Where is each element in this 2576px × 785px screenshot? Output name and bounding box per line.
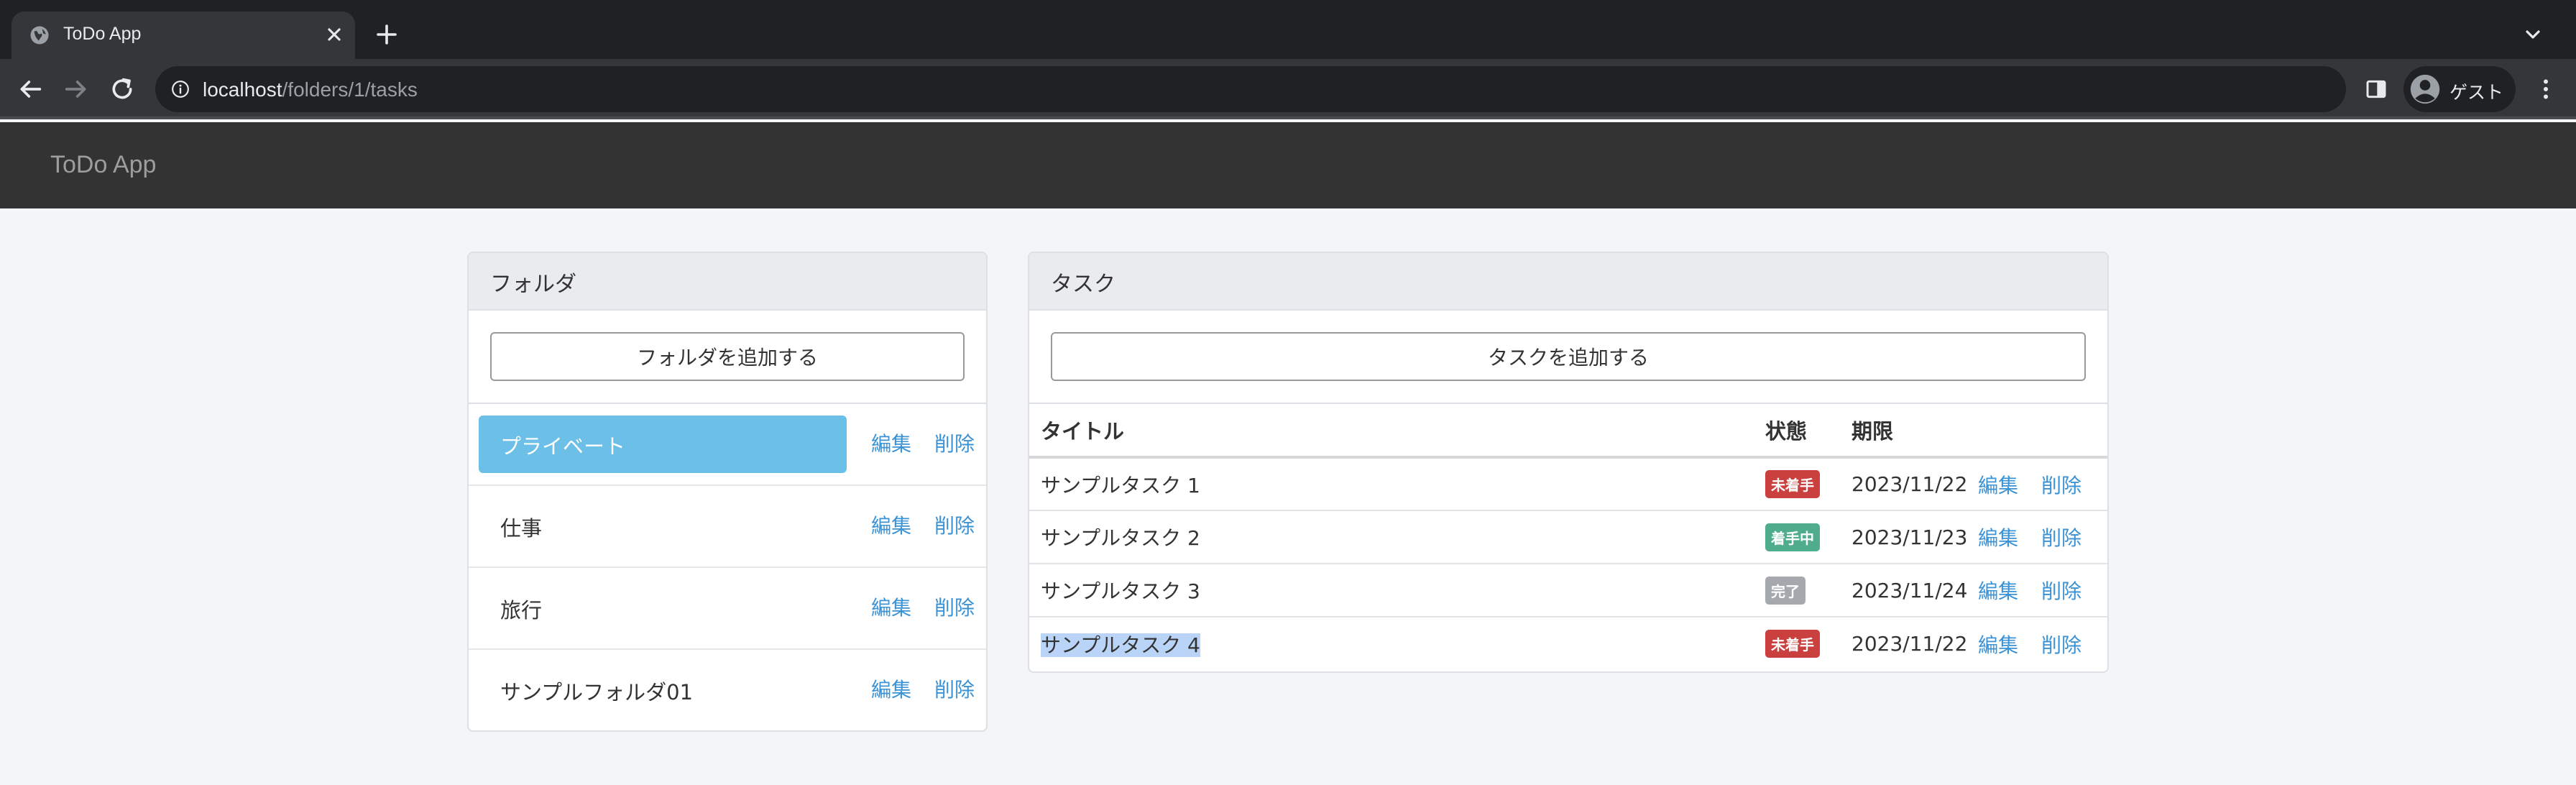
- column-header-status: 状態: [1765, 404, 1852, 459]
- task-edit-cell: 編集: [1978, 457, 2041, 511]
- tab-title: ToDo App: [63, 24, 142, 44]
- delete-task-link[interactable]: 削除: [2041, 579, 2082, 603]
- folder-link[interactable]: 旅行: [479, 579, 847, 637]
- task-title-cell: サンプルタスク 3: [1029, 564, 1765, 618]
- edit-folder-link[interactable]: 編集: [871, 674, 911, 703]
- edit-task-link[interactable]: 編集: [1978, 474, 2018, 497]
- table-row: サンプルタスク 4 未着手 2023/11/22 編集 削除: [1029, 617, 2107, 670]
- task-delete-cell: 削除: [2041, 564, 2107, 618]
- url-text: localhost/folders/1/tasks: [203, 78, 418, 101]
- edit-folder-link[interactable]: 編集: [871, 428, 911, 457]
- task-title: サンプルタスク 1: [1041, 473, 1200, 497]
- address-bar[interactable]: localhost/folders/1/tasks: [155, 66, 2346, 112]
- column-header-due: 期限: [1852, 404, 1978, 459]
- task-edit-cell: 編集: [1978, 564, 2041, 618]
- forward-arrow-icon[interactable]: [62, 75, 91, 104]
- close-icon[interactable]: [322, 22, 346, 47]
- avatar-icon: [2410, 74, 2440, 104]
- folder-item: プライベート 編集 削除: [469, 404, 986, 486]
- new-tab-icon[interactable]: [374, 22, 400, 47]
- task-title-cell: サンプルタスク 1: [1029, 457, 1765, 511]
- tasks-table: タイトル 状態 期限 サンプルタスク 1 未着手 2023/11/22 編集 削除 サンプ…: [1029, 404, 2107, 670]
- task-title: サンプルタスク 3: [1041, 579, 1200, 603]
- edit-task-link[interactable]: 編集: [1978, 579, 2018, 603]
- delete-task-link[interactable]: 削除: [2041, 526, 2082, 550]
- folders-heading: フォルダ: [469, 253, 986, 311]
- delete-task-link[interactable]: 削除: [2041, 633, 2082, 657]
- folder-link[interactable]: 仕事: [479, 497, 847, 555]
- folder-item: サンプルフォルダ01 編集 削除: [469, 650, 986, 730]
- delete-task-link[interactable]: 削除: [2041, 474, 2082, 497]
- delete-folder-link[interactable]: 削除: [934, 428, 975, 457]
- back-arrow-icon[interactable]: [16, 75, 45, 104]
- task-delete-cell: 削除: [2041, 510, 2107, 564]
- profile-name: ゲスト: [2450, 82, 2504, 103]
- globe-icon: [30, 26, 49, 45]
- folders-add-area: フォルダを追加する: [469, 311, 986, 404]
- task-status-cell: 着手中: [1765, 510, 1852, 564]
- task-due-cell: 2023/11/24: [1852, 564, 1978, 618]
- column-header-title: タイトル: [1029, 404, 1765, 459]
- table-row: サンプルタスク 3 完了 2023/11/24 編集 削除: [1029, 564, 2107, 618]
- tasks-header-row: タイトル 状態 期限: [1029, 404, 2107, 459]
- task-delete-cell: 削除: [2041, 617, 2107, 670]
- more-vert-icon[interactable]: [2533, 75, 2559, 104]
- table-row: サンプルタスク 2 着手中 2023/11/23 編集 削除: [1029, 510, 2107, 564]
- status-badge: 完了: [1765, 576, 1806, 605]
- tasks-heading: タスク: [1029, 253, 2107, 311]
- folder-link[interactable]: サンプルフォルダ01: [479, 661, 847, 719]
- reload-icon[interactable]: [108, 75, 137, 104]
- delete-folder-link[interactable]: 削除: [934, 510, 975, 539]
- task-delete-cell: 削除: [2041, 457, 2107, 511]
- app-navbar: ToDo App: [0, 122, 2576, 208]
- task-due-cell: 2023/11/22: [1852, 457, 1978, 511]
- task-title: サンプルタスク 4: [1041, 633, 1200, 657]
- browser-tab-strip: ToDo App: [0, 0, 2576, 59]
- task-edit-cell: 編集: [1978, 510, 2041, 564]
- task-status-cell: 未着手: [1765, 457, 1852, 511]
- task-edit-cell: 編集: [1978, 617, 2041, 670]
- column-header-edit: [1978, 404, 2041, 459]
- folder-item: 旅行 編集 削除: [469, 568, 986, 650]
- task-status-cell: 完了: [1765, 564, 1852, 618]
- tasks-body: サンプルタスク 1 未着手 2023/11/22 編集 削除 サンプルタスク 2 着手中 20…: [1029, 457, 2107, 670]
- task-status-cell: 未着手: [1765, 617, 1852, 670]
- column-header-delete: [2041, 404, 2107, 459]
- add-folder-button[interactable]: フォルダを追加する: [490, 332, 965, 381]
- tasks-add-area: タスクを追加する: [1029, 311, 2107, 404]
- edit-folder-link[interactable]: 編集: [871, 510, 911, 539]
- browser-tab[interactable]: ToDo App: [12, 12, 355, 59]
- chevron-down-icon[interactable]: [2521, 23, 2544, 46]
- status-badge: 未着手: [1765, 630, 1820, 658]
- task-title: サンプルタスク 2: [1041, 526, 1200, 550]
- side-panel-icon[interactable]: [2365, 78, 2388, 101]
- folder-list: プライベート 編集 削除 仕事 編集 削除 旅行 編集 削除 サンプルフォルダ01 編集 削除: [469, 404, 986, 730]
- edit-folder-link[interactable]: 編集: [871, 592, 911, 621]
- task-due-cell: 2023/11/23: [1852, 510, 1978, 564]
- edit-task-link[interactable]: 編集: [1978, 633, 2018, 657]
- url-host: localhost: [203, 78, 282, 101]
- edit-task-link[interactable]: 編集: [1978, 526, 2018, 550]
- info-icon[interactable]: [171, 80, 190, 98]
- folder-item: 仕事 編集 削除: [469, 486, 986, 568]
- delete-folder-link[interactable]: 削除: [934, 592, 975, 621]
- folders-panel: フォルダ フォルダを追加する プライベート 編集 削除 仕事 編集 削除 旅行 編集 削除 サンプ…: [467, 252, 988, 732]
- task-title-cell: サンプルタスク 4: [1029, 617, 1765, 670]
- delete-folder-link[interactable]: 削除: [934, 674, 975, 703]
- browser-toolbar: localhost/folders/1/tasks ゲスト: [0, 59, 2576, 119]
- url-path: /folders/1/tasks: [282, 78, 418, 101]
- tasks-panel: タスク タスクを追加する タイトル 状態 期限 サンプルタスク 1 未着手 2023…: [1028, 252, 2109, 673]
- task-title-cell: サンプルタスク 2: [1029, 510, 1765, 564]
- add-task-button[interactable]: タスクを追加する: [1051, 332, 2086, 381]
- status-badge: 未着手: [1765, 470, 1820, 498]
- profile-button[interactable]: ゲスト: [2404, 66, 2516, 112]
- status-badge: 着手中: [1765, 523, 1820, 551]
- task-due-cell: 2023/11/22: [1852, 632, 1968, 656]
- folder-link[interactable]: プライベート: [479, 416, 847, 473]
- table-row: サンプルタスク 1 未着手 2023/11/22 編集 削除: [1029, 457, 2107, 511]
- brand-link[interactable]: ToDo App: [50, 151, 156, 179]
